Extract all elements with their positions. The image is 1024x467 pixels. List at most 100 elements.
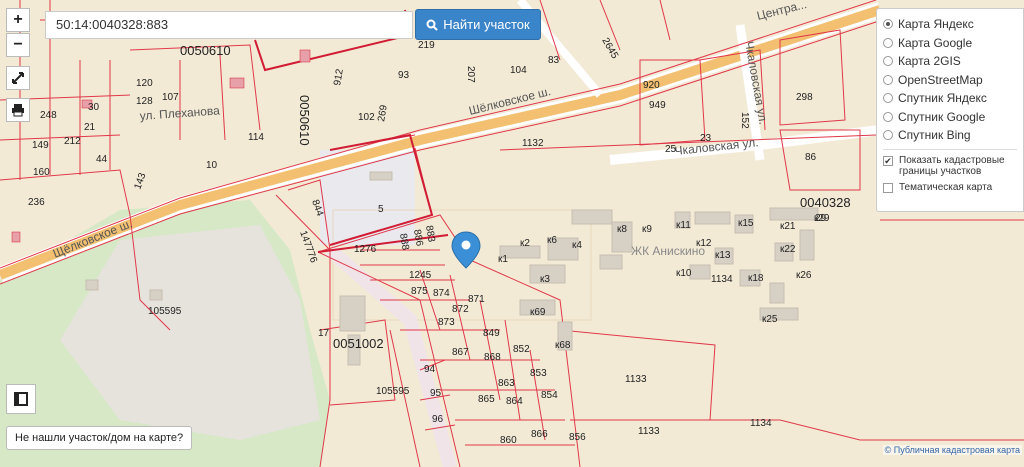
parcel-label: 860: [500, 435, 517, 446]
find-parcel-button[interactable]: Найти участок: [415, 9, 541, 40]
radio-icon[interactable]: [883, 37, 893, 48]
building-label: к6: [547, 235, 557, 246]
overlay-thematic-map[interactable]: Тематическая карта: [883, 182, 1023, 193]
layer-option-bing-satellite[interactable]: Спутник Bing: [883, 126, 1023, 145]
parcel-label: 872: [452, 304, 469, 315]
layer-label: Спутник Bing: [898, 128, 971, 143]
map-copyright[interactable]: © Публичная кадастровая карта: [882, 445, 1022, 455]
parcel-label: 865: [478, 394, 495, 405]
building-label: к1: [498, 254, 508, 265]
parcel-label: 93: [398, 70, 410, 81]
fullscreen-button[interactable]: [6, 66, 30, 90]
layer-option-yandex-map[interactable]: Карта Яндекс: [883, 15, 1023, 34]
layer-option-google-map[interactable]: Карта Google: [883, 34, 1023, 53]
radio-icon[interactable]: [883, 93, 893, 104]
parcel-label: 868: [484, 352, 501, 363]
layers-toggle-icon: [14, 392, 28, 406]
parcel-label: 21: [84, 122, 96, 133]
parcel-label: 875: [411, 286, 428, 297]
parcel-label: 873: [438, 317, 455, 328]
print-button[interactable]: [6, 98, 30, 122]
layer-label: Спутник Яндекс: [898, 91, 987, 106]
parcel-label: 864: [506, 396, 523, 407]
parcel-label: 1134: [711, 274, 733, 285]
building-label: к12: [696, 238, 712, 249]
parcel-label: 96: [432, 414, 444, 425]
building-label: к10: [676, 268, 692, 279]
parcel-label: 44: [96, 154, 108, 165]
parcel-label: 1133: [638, 426, 660, 437]
layer-label: OpenStreetMap: [898, 72, 983, 87]
parcel-label: 212: [64, 136, 81, 147]
parcel-label: 849: [483, 328, 500, 339]
quarter-label: 0040328: [800, 195, 851, 210]
building-label: к69: [530, 307, 546, 318]
building-label: к21: [780, 221, 796, 232]
zoom-out-button[interactable]: −: [6, 33, 30, 57]
parcel-label: 1133: [625, 374, 647, 385]
parcel-label: 854: [541, 390, 558, 401]
parcel-label: 852: [513, 344, 530, 355]
building-label: к13: [715, 250, 731, 261]
building-label: к4: [572, 240, 582, 251]
layer-option-2gis-map[interactable]: Карта 2GIS: [883, 52, 1023, 71]
cadastral-map[interactable]: Шёлковское ш. Щёлковское ш. Чкаловская у…: [0, 0, 1024, 467]
checkbox-checked-icon[interactable]: ✔: [883, 155, 893, 166]
zoom-in-button[interactable]: +: [6, 8, 30, 32]
parcel-label: 95: [430, 388, 442, 399]
quarter-label: 0051002: [333, 336, 384, 351]
search-input[interactable]: 50:14:0040328:883: [45, 11, 413, 39]
layer-option-osm[interactable]: OpenStreetMap: [883, 71, 1023, 90]
parcel-label: 5: [378, 204, 384, 215]
parcel-label: 17: [318, 328, 330, 339]
parcel-label: 83: [548, 55, 560, 66]
radio-icon[interactable]: [883, 19, 893, 30]
not-found-button[interactable]: Не нашли участок/дом на карте?: [6, 426, 193, 450]
parcel-label: 10: [206, 160, 218, 171]
layers-toggle-button[interactable]: [6, 384, 36, 414]
parcel-label: 128: [136, 96, 153, 107]
layer-option-google-satellite[interactable]: Спутник Google: [883, 108, 1023, 127]
overlay-label: Показать кадастровые границы участков: [899, 154, 1005, 177]
parcel-label: 94: [424, 364, 436, 375]
building-label: к15: [738, 218, 754, 229]
search-icon: [426, 19, 438, 31]
parcel-label: 871: [468, 294, 485, 305]
quarter-label: 0050610: [180, 43, 231, 58]
parcel-label: 1276: [354, 244, 377, 255]
building-label: к11: [676, 220, 691, 231]
fullscreen-icon: [12, 72, 24, 84]
building-label: к2: [520, 238, 530, 249]
complex-label: ЖК Анискино: [631, 244, 705, 258]
parcel-label: 114: [248, 132, 264, 143]
parcel-label: 949: [649, 100, 666, 111]
building-label: к29: [814, 213, 830, 224]
checkbox-icon[interactable]: [883, 182, 893, 193]
layers-panel: Карта Яндекс Карта Google Карта 2GIS Ope…: [876, 8, 1024, 212]
radio-icon[interactable]: [883, 74, 893, 85]
parcel-label: 866: [531, 429, 548, 440]
parcel-label: 152: [739, 112, 750, 129]
building-label: к18: [748, 273, 764, 284]
parcel-label: 856: [569, 432, 586, 443]
radio-icon[interactable]: [883, 111, 893, 122]
find-parcel-label: Найти участок: [443, 17, 530, 32]
parcel-label: 874: [433, 288, 450, 299]
layer-label: Карта Яндекс: [898, 17, 974, 32]
parcel-label: 23: [700, 133, 712, 144]
parcel-label: 863: [498, 378, 515, 389]
parcel-label: 248: [40, 110, 57, 121]
building-label: к22: [780, 244, 796, 255]
layer-option-yandex-satellite[interactable]: Спутник Яндекс: [883, 89, 1023, 108]
parcel-label: 120: [136, 78, 153, 89]
overlay-label: Тематическая карта: [899, 181, 993, 193]
parcel-label: 105595: [148, 306, 182, 317]
parcel-label: 920: [643, 80, 660, 91]
parcel-label: 25: [665, 144, 677, 155]
parcel-label: 1132: [522, 138, 544, 149]
parcel-label: 207: [465, 66, 476, 83]
radio-icon[interactable]: [883, 56, 893, 67]
layer-label: Карта Google: [898, 35, 973, 50]
radio-icon[interactable]: [883, 130, 893, 141]
overlay-cadastral-boundaries[interactable]: ✔ Показать кадастровые границы участков: [883, 155, 1023, 177]
